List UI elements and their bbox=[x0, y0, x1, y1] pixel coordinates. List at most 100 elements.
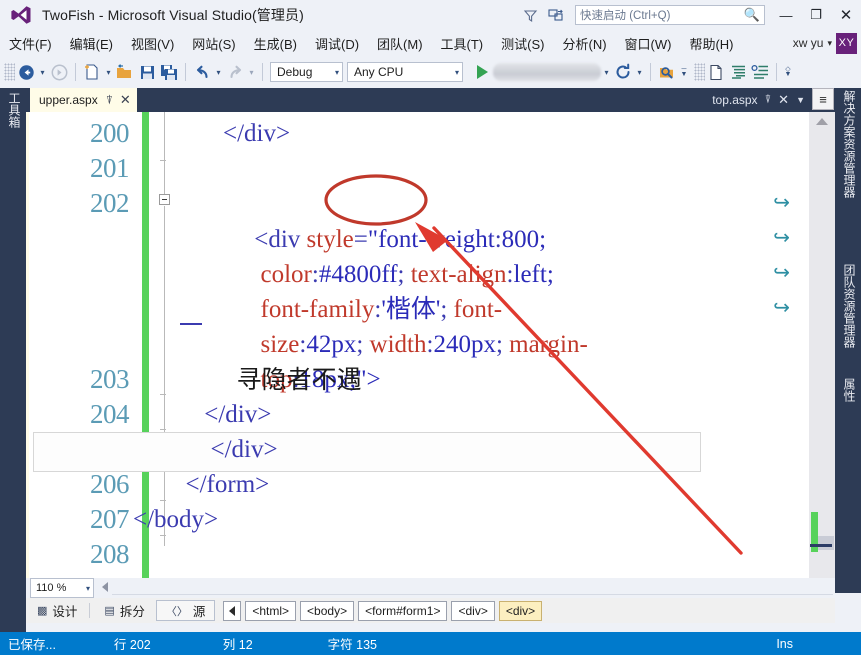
line-number: 207 bbox=[90, 504, 130, 534]
menu-analyze[interactable]: 分析(N) bbox=[553, 32, 615, 55]
new-item-icon[interactable] bbox=[81, 61, 103, 83]
open-file-icon[interactable] bbox=[114, 61, 136, 83]
undo-icon[interactable] bbox=[191, 61, 213, 83]
fold-collapse-button[interactable] bbox=[159, 194, 170, 205]
browser-dropdown-caret[interactable]: ▾ bbox=[601, 68, 612, 77]
split-view-icon[interactable]: ≡ bbox=[812, 88, 834, 110]
menu-bar: 文件(F) 编辑(E) 视图(V) 网站(S) 生成(B) 调试(D) 团队(M… bbox=[0, 30, 861, 56]
maximize-button[interactable]: ❐ bbox=[801, 0, 831, 30]
scroll-up-arrow-icon[interactable] bbox=[816, 118, 828, 125]
start-debug-play-icon[interactable] bbox=[471, 61, 493, 83]
navigate-back-icon[interactable] bbox=[15, 61, 37, 83]
solution-explorer-tab[interactable]: 解决方案资源管理器 bbox=[839, 90, 858, 198]
design-view-tab[interactable]: ▩ 设计 bbox=[28, 600, 86, 621]
menu-tools[interactable]: 工具(T) bbox=[432, 32, 493, 55]
send-feedback-icon[interactable] bbox=[543, 2, 569, 28]
menu-view[interactable]: 视图(V) bbox=[122, 32, 183, 55]
status-chars: 字符 135 bbox=[327, 638, 377, 652]
split-view-tab[interactable]: ▤ 拆分 bbox=[95, 600, 153, 621]
refresh-icon[interactable] bbox=[612, 61, 634, 83]
code-line-204: </div> bbox=[173, 397, 812, 433]
solution-configuration-value: Debug bbox=[277, 65, 313, 79]
zoom-level-combo[interactable]: 110 % ▾ bbox=[30, 578, 94, 598]
breadcrumb-item-html[interactable]: <html> bbox=[245, 600, 297, 621]
breadcrumb-item-form[interactable]: <form#form1> bbox=[358, 600, 448, 621]
code-text[interactable]: </div> <div style="font-weight:800; colo… bbox=[133, 112, 812, 580]
code-span: </div> bbox=[173, 401, 272, 428]
toolbar-grip-2[interactable] bbox=[694, 63, 705, 81]
editor-horizontal-scrollbar[interactable] bbox=[112, 580, 833, 595]
breadcrumb-item-div-2[interactable]: <div> bbox=[498, 600, 543, 621]
tab-upper-aspx[interactable]: upper.aspx ⍒ ✕ bbox=[30, 88, 137, 112]
code-line-206: </form> bbox=[173, 467, 812, 503]
quick-launch-input[interactable]: 快速启动 (Ctrl+Q) 🔍 bbox=[575, 5, 765, 25]
toolbar-overflow-caret[interactable]: ◇ ▼ bbox=[782, 66, 794, 78]
scrollbar-caret-marker bbox=[810, 544, 832, 547]
feedback-funnel-icon[interactable] bbox=[517, 2, 543, 28]
view-tab-separator bbox=[89, 603, 91, 618]
status-insert-mode: Ins bbox=[776, 636, 793, 651]
solution-configuration-combo[interactable]: Debug ▾ bbox=[270, 62, 343, 82]
menu-edit[interactable]: 编辑(E) bbox=[61, 32, 122, 55]
minimize-button[interactable]: — bbox=[771, 0, 801, 30]
window-title: TwoFish - Microsoft Visual Studio(管理员) bbox=[42, 7, 304, 23]
breadcrumb-back-icon[interactable] bbox=[223, 600, 242, 621]
toolbox-panel-tab[interactable]: 工具箱 bbox=[3, 92, 23, 128]
pin-icon[interactable]: ⍒ bbox=[106, 93, 113, 108]
title-bar: TwoFish - Microsoft Visual Studio(管理员) 快… bbox=[0, 0, 861, 30]
breadcrumb-item-div-1[interactable]: <div> bbox=[451, 600, 495, 621]
redo-dropdown-caret: ▾ bbox=[249, 67, 254, 77]
code-line-207: </body> bbox=[133, 502, 793, 538]
avatar[interactable]: XY bbox=[836, 32, 857, 54]
editor-vertical-scrollbar[interactable]: ≡ bbox=[809, 88, 835, 580]
scroll-left-arrow-icon[interactable] bbox=[98, 579, 112, 595]
magnifier-icon: 🔍 bbox=[743, 7, 760, 22]
close-icon[interactable]: ✕ bbox=[778, 92, 789, 108]
editor-surface[interactable]: 200 201 202 203 204 205 206 207 208 bbox=[29, 112, 812, 580]
toolbar-separator bbox=[650, 63, 651, 81]
format-document-icon[interactable] bbox=[727, 61, 749, 83]
menu-website[interactable]: 网站(S) bbox=[183, 32, 244, 55]
find-in-files-icon[interactable] bbox=[656, 61, 678, 83]
find-dropdown-caret[interactable]: ─ ▼ bbox=[678, 66, 690, 78]
save-icon[interactable] bbox=[136, 61, 158, 83]
toolbar-separator bbox=[75, 63, 76, 81]
toolbar-grip[interactable] bbox=[4, 63, 15, 81]
account-name[interactable]: xw yu bbox=[793, 36, 824, 50]
solution-platform-combo[interactable]: Any CPU ▾ bbox=[347, 62, 463, 82]
menu-test[interactable]: 测试(S) bbox=[492, 32, 553, 55]
properties-tab[interactable]: 属性 bbox=[839, 378, 858, 402]
menu-file[interactable]: 文件(F) bbox=[0, 32, 61, 55]
chevron-down-icon: ▾ bbox=[454, 67, 459, 77]
menu-build[interactable]: 生成(B) bbox=[245, 32, 306, 55]
right-dock: 解决方案资源管理器 团队资源管理器 属性 bbox=[835, 88, 861, 593]
tab-top-aspx[interactable]: top.aspx ⍒ ✕ ▼ bbox=[712, 88, 809, 112]
word-wrap-marker-icon: ↪ bbox=[773, 295, 790, 319]
new-item-dropdown-caret[interactable]: ▾ bbox=[103, 68, 114, 77]
refresh-dropdown-caret[interactable]: ▾ bbox=[634, 68, 645, 77]
menu-debug[interactable]: 调试(D) bbox=[306, 32, 368, 55]
word-wrap-marker-icon: ↪ bbox=[773, 260, 790, 284]
new-page-icon[interactable] bbox=[705, 61, 727, 83]
back-dropdown-caret[interactable]: ▾ bbox=[37, 68, 48, 77]
chevron-down-icon[interactable]: ▼ bbox=[796, 95, 805, 105]
team-explorer-tab[interactable]: 团队资源管理器 bbox=[839, 264, 858, 348]
pin-icon[interactable]: ⍒ bbox=[765, 94, 772, 107]
menu-window[interactable]: 窗口(W) bbox=[616, 32, 681, 55]
scrollbar-thumb[interactable] bbox=[818, 536, 834, 550]
left-dock: 工具箱 bbox=[0, 88, 26, 655]
menu-help[interactable]: 帮助(H) bbox=[680, 32, 742, 55]
menu-team[interactable]: 团队(M) bbox=[368, 32, 432, 55]
browser-selector-redacted[interactable] bbox=[493, 63, 601, 81]
chevron-down-icon[interactable]: ▾ bbox=[827, 38, 832, 49]
chevron-down-icon: ▾ bbox=[334, 67, 339, 77]
save-all-icon[interactable] bbox=[158, 61, 180, 83]
code-editor[interactable]: 200 201 202 203 204 205 206 207 208 bbox=[26, 88, 835, 580]
close-icon[interactable]: ✕ bbox=[120, 92, 131, 108]
design-view-icon: ▩ bbox=[37, 605, 48, 617]
comment-selection-icon[interactable] bbox=[749, 61, 771, 83]
source-view-tab[interactable]: 〈〉 源 bbox=[155, 600, 216, 621]
undo-dropdown-caret[interactable]: ▾ bbox=[213, 68, 224, 77]
close-button[interactable]: ✕ bbox=[831, 0, 861, 30]
breadcrumb-item-body[interactable]: <body> bbox=[300, 600, 355, 621]
